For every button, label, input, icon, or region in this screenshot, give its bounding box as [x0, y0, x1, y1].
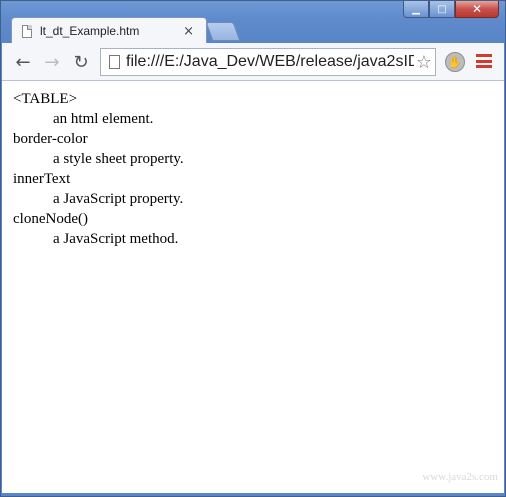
forward-arrow-icon[interactable]: →: [42, 52, 62, 73]
back-arrow-icon[interactable]: ←: [13, 52, 33, 73]
definition-term: border-color: [13, 131, 88, 147]
watermark: www.java2s.com: [422, 471, 498, 483]
url-text[interactable]: file:///E:/Java_Dev/WEB/release/java2sID…: [126, 53, 430, 71]
browser-window: ▁ □ ✕ lt_dt_Example.htm × ← → ↻ file:///…: [0, 0, 506, 497]
page-icon: [22, 24, 32, 38]
window-controls: ▁ □ ✕: [403, 1, 499, 18]
definition-description: a JavaScript method.: [53, 231, 179, 247]
browser-toolbar: ← → ↻ file:///E:/Java_Dev/WEB/release/ja…: [2, 43, 504, 81]
page-content: <TABLE> an html element. border-color a …: [2, 81, 504, 493]
maximize-button[interactable]: □: [429, 1, 455, 18]
menu-icon[interactable]: [476, 54, 492, 68]
address-bar[interactable]: file:///E:/Java_Dev/WEB/release/java2sID…: [100, 48, 436, 76]
definition-term: cloneNode(): [13, 211, 88, 227]
reload-icon[interactable]: ↻: [71, 52, 91, 73]
tab-title: lt_dt_Example.htm: [40, 24, 140, 38]
definition-term: innerText: [13, 171, 71, 187]
definition-description: an html element.: [53, 111, 154, 127]
tab-close-icon[interactable]: ×: [183, 24, 194, 39]
extension-hand-icon[interactable]: ✋: [445, 52, 465, 72]
close-window-button[interactable]: ✕: [455, 1, 499, 18]
new-tab-button[interactable]: [205, 22, 241, 41]
minimize-button[interactable]: ▁: [403, 1, 429, 18]
definition-description: a style sheet property.: [53, 151, 184, 167]
definition-term: <TABLE>: [13, 91, 78, 107]
tab-active[interactable]: lt_dt_Example.htm ×: [11, 17, 207, 44]
page-icon: [109, 55, 120, 69]
bookmark-star-icon[interactable]: ☆: [413, 52, 432, 73]
definition-list: <TABLE> an html element. border-color a …: [2, 81, 504, 249]
definition-description: a JavaScript property.: [53, 191, 184, 207]
